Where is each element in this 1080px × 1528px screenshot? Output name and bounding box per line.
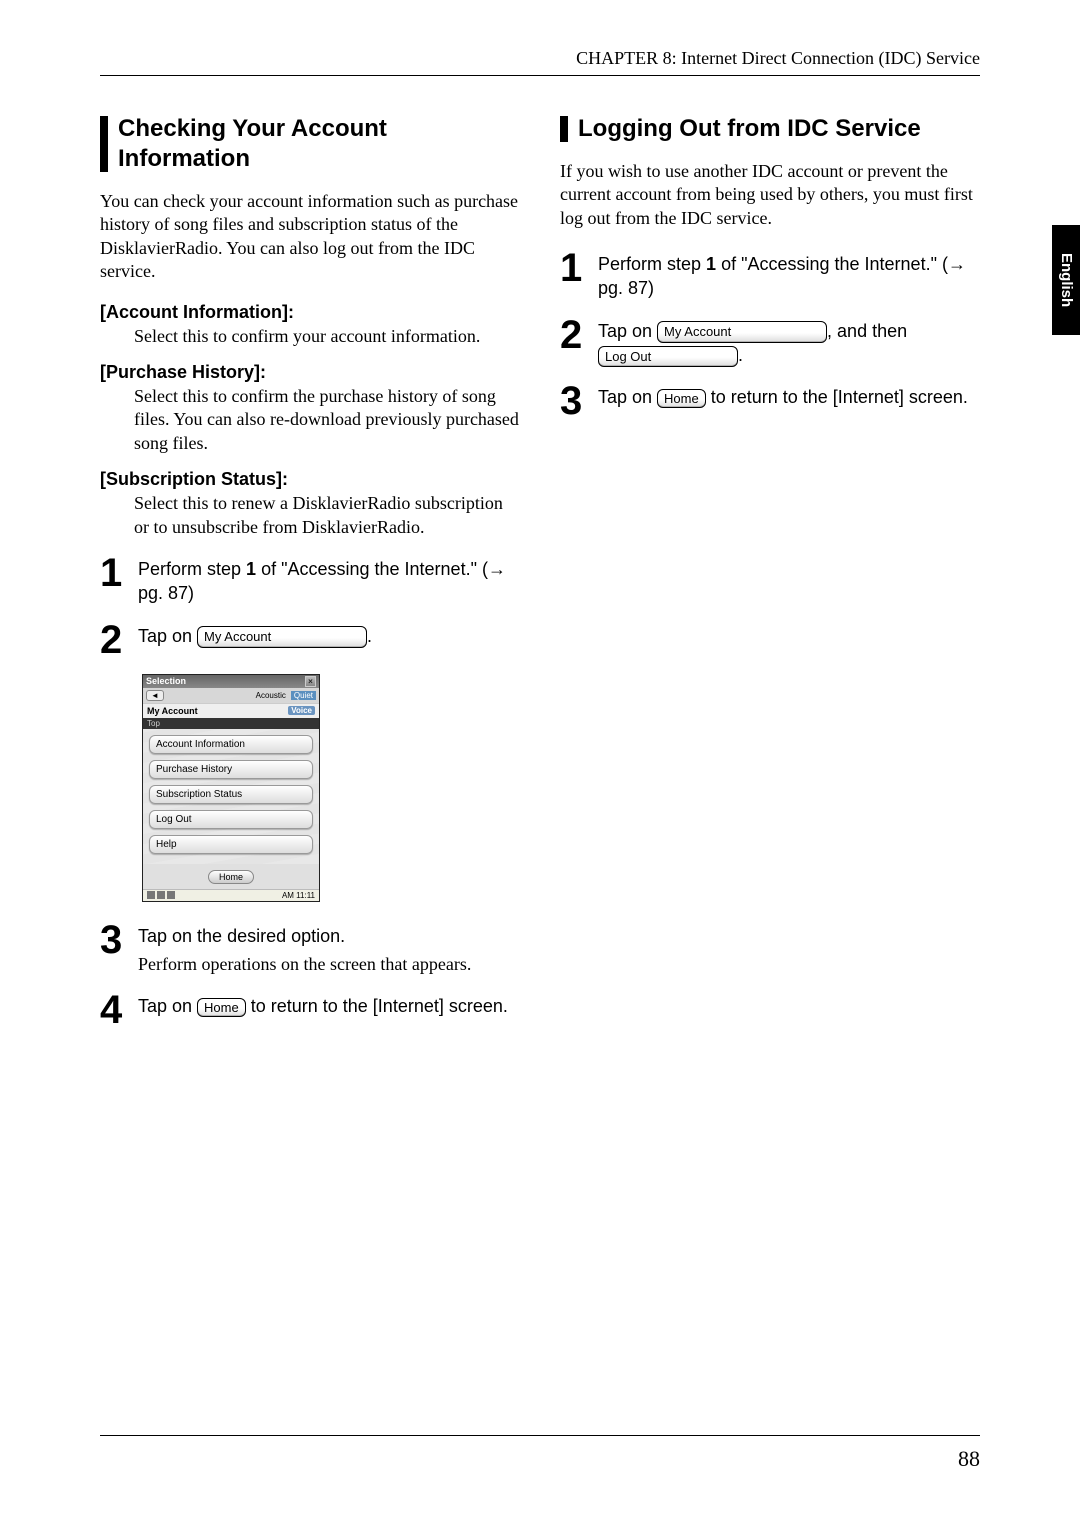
close-icon: × xyxy=(305,676,316,687)
log-out-button: Log Out xyxy=(598,346,738,368)
step-2: 2 Tap on My Account. xyxy=(100,620,520,660)
back-icon: ◄ xyxy=(146,690,164,701)
ss-item-account-info: Account Information xyxy=(149,735,313,754)
section-heading-account: Checking Your Account Information xyxy=(100,114,520,174)
footer-icon xyxy=(167,891,175,899)
divider xyxy=(100,75,980,76)
step-number: 3 xyxy=(560,381,588,421)
step-2: 2 Tap on My Account, and then Log Out. xyxy=(560,315,980,368)
footer-icon xyxy=(147,891,155,899)
section-heading-logout: Logging Out from IDC Service xyxy=(560,114,980,144)
ss-darkbar: Top xyxy=(143,718,319,729)
my-account-button: My Account xyxy=(197,626,367,648)
divider xyxy=(100,1435,980,1436)
footer-icon xyxy=(157,891,165,899)
step-number: 2 xyxy=(560,315,588,355)
def-body: Select this to confirm your account info… xyxy=(134,325,520,348)
ss-title: Selection xyxy=(146,676,186,686)
step-text: Perform step 1 of "Accessing the Interne… xyxy=(598,248,980,301)
page-number: 88 xyxy=(958,1446,980,1472)
tab-quiet: Quiet xyxy=(291,691,316,700)
ss-item-help: Help xyxy=(149,835,313,854)
step-text: Tap on My Account, and then Log Out. xyxy=(598,315,907,368)
voice-badge: Voice xyxy=(288,706,315,715)
step-4: 4 Tap on Home to return to the [Internet… xyxy=(100,990,520,1030)
step-text: Tap on Home to return to the [Internet] … xyxy=(138,990,508,1018)
tab-acoustic: Acoustic xyxy=(253,691,289,700)
step-number: 1 xyxy=(560,248,588,288)
definition-purchase-history: [Purchase History]: Select this to confi… xyxy=(100,362,520,455)
home-button: Home xyxy=(657,389,706,409)
ss-item-subscription-status: Subscription Status xyxy=(149,785,313,804)
step-number: 3 xyxy=(100,920,128,960)
home-button: Home xyxy=(197,998,246,1018)
intro-text: If you wish to use another IDC account o… xyxy=(560,160,980,230)
ss-footer-icons xyxy=(147,891,175,899)
def-body: Select this to renew a DisklavierRadio s… xyxy=(134,492,520,539)
language-tab: English xyxy=(1052,225,1080,335)
step-1: 1 Perform step 1 of "Accessing the Inter… xyxy=(560,248,980,301)
def-body: Select this to confirm the purchase hist… xyxy=(134,385,520,455)
ss-subtitle: My Account xyxy=(147,706,198,716)
right-column: Logging Out from IDC Service If you wish… xyxy=(560,114,980,1044)
step-3: 3 Tap on Home to return to the [Internet… xyxy=(560,381,980,421)
def-head: [Subscription Status]: xyxy=(100,469,520,490)
def-head: [Account Information]: xyxy=(100,302,520,323)
definition-account-info: [Account Information]: Select this to co… xyxy=(100,302,520,348)
definition-subscription-status: [Subscription Status]: Select this to re… xyxy=(100,469,520,539)
def-head: [Purchase History]: xyxy=(100,362,520,383)
my-account-screenshot: Selection × ◄ Acoustic Quiet My Account … xyxy=(142,674,320,902)
step-1: 1 Perform step 1 of "Accessing the Inter… xyxy=(100,553,520,606)
step-number: 1 xyxy=(100,553,128,593)
step-number: 4 xyxy=(100,990,128,1030)
ss-item-log-out: Log Out xyxy=(149,810,313,829)
step-text: Tap on Home to return to the [Internet] … xyxy=(598,381,968,409)
step-text: Tap on the desired option. Perform opera… xyxy=(138,920,471,977)
step-subtext: Perform operations on the screen that ap… xyxy=(138,952,471,976)
step-number: 2 xyxy=(100,620,128,660)
step-3: 3 Tap on the desired option. Perform ope… xyxy=(100,920,520,977)
step-text: Perform step 1 of "Accessing the Interne… xyxy=(138,553,520,606)
chapter-header: CHAPTER 8: Internet Direct Connection (I… xyxy=(100,48,980,69)
my-account-button: My Account xyxy=(657,321,827,343)
ss-home-button: Home xyxy=(208,870,254,884)
intro-text: You can check your account information s… xyxy=(100,190,520,284)
step-text: Tap on My Account. xyxy=(138,620,372,648)
ss-item-purchase-history: Purchase History xyxy=(149,760,313,779)
left-column: Checking Your Account Information You ca… xyxy=(100,114,520,1044)
ss-footer-time: AM 11:11 xyxy=(282,891,315,900)
